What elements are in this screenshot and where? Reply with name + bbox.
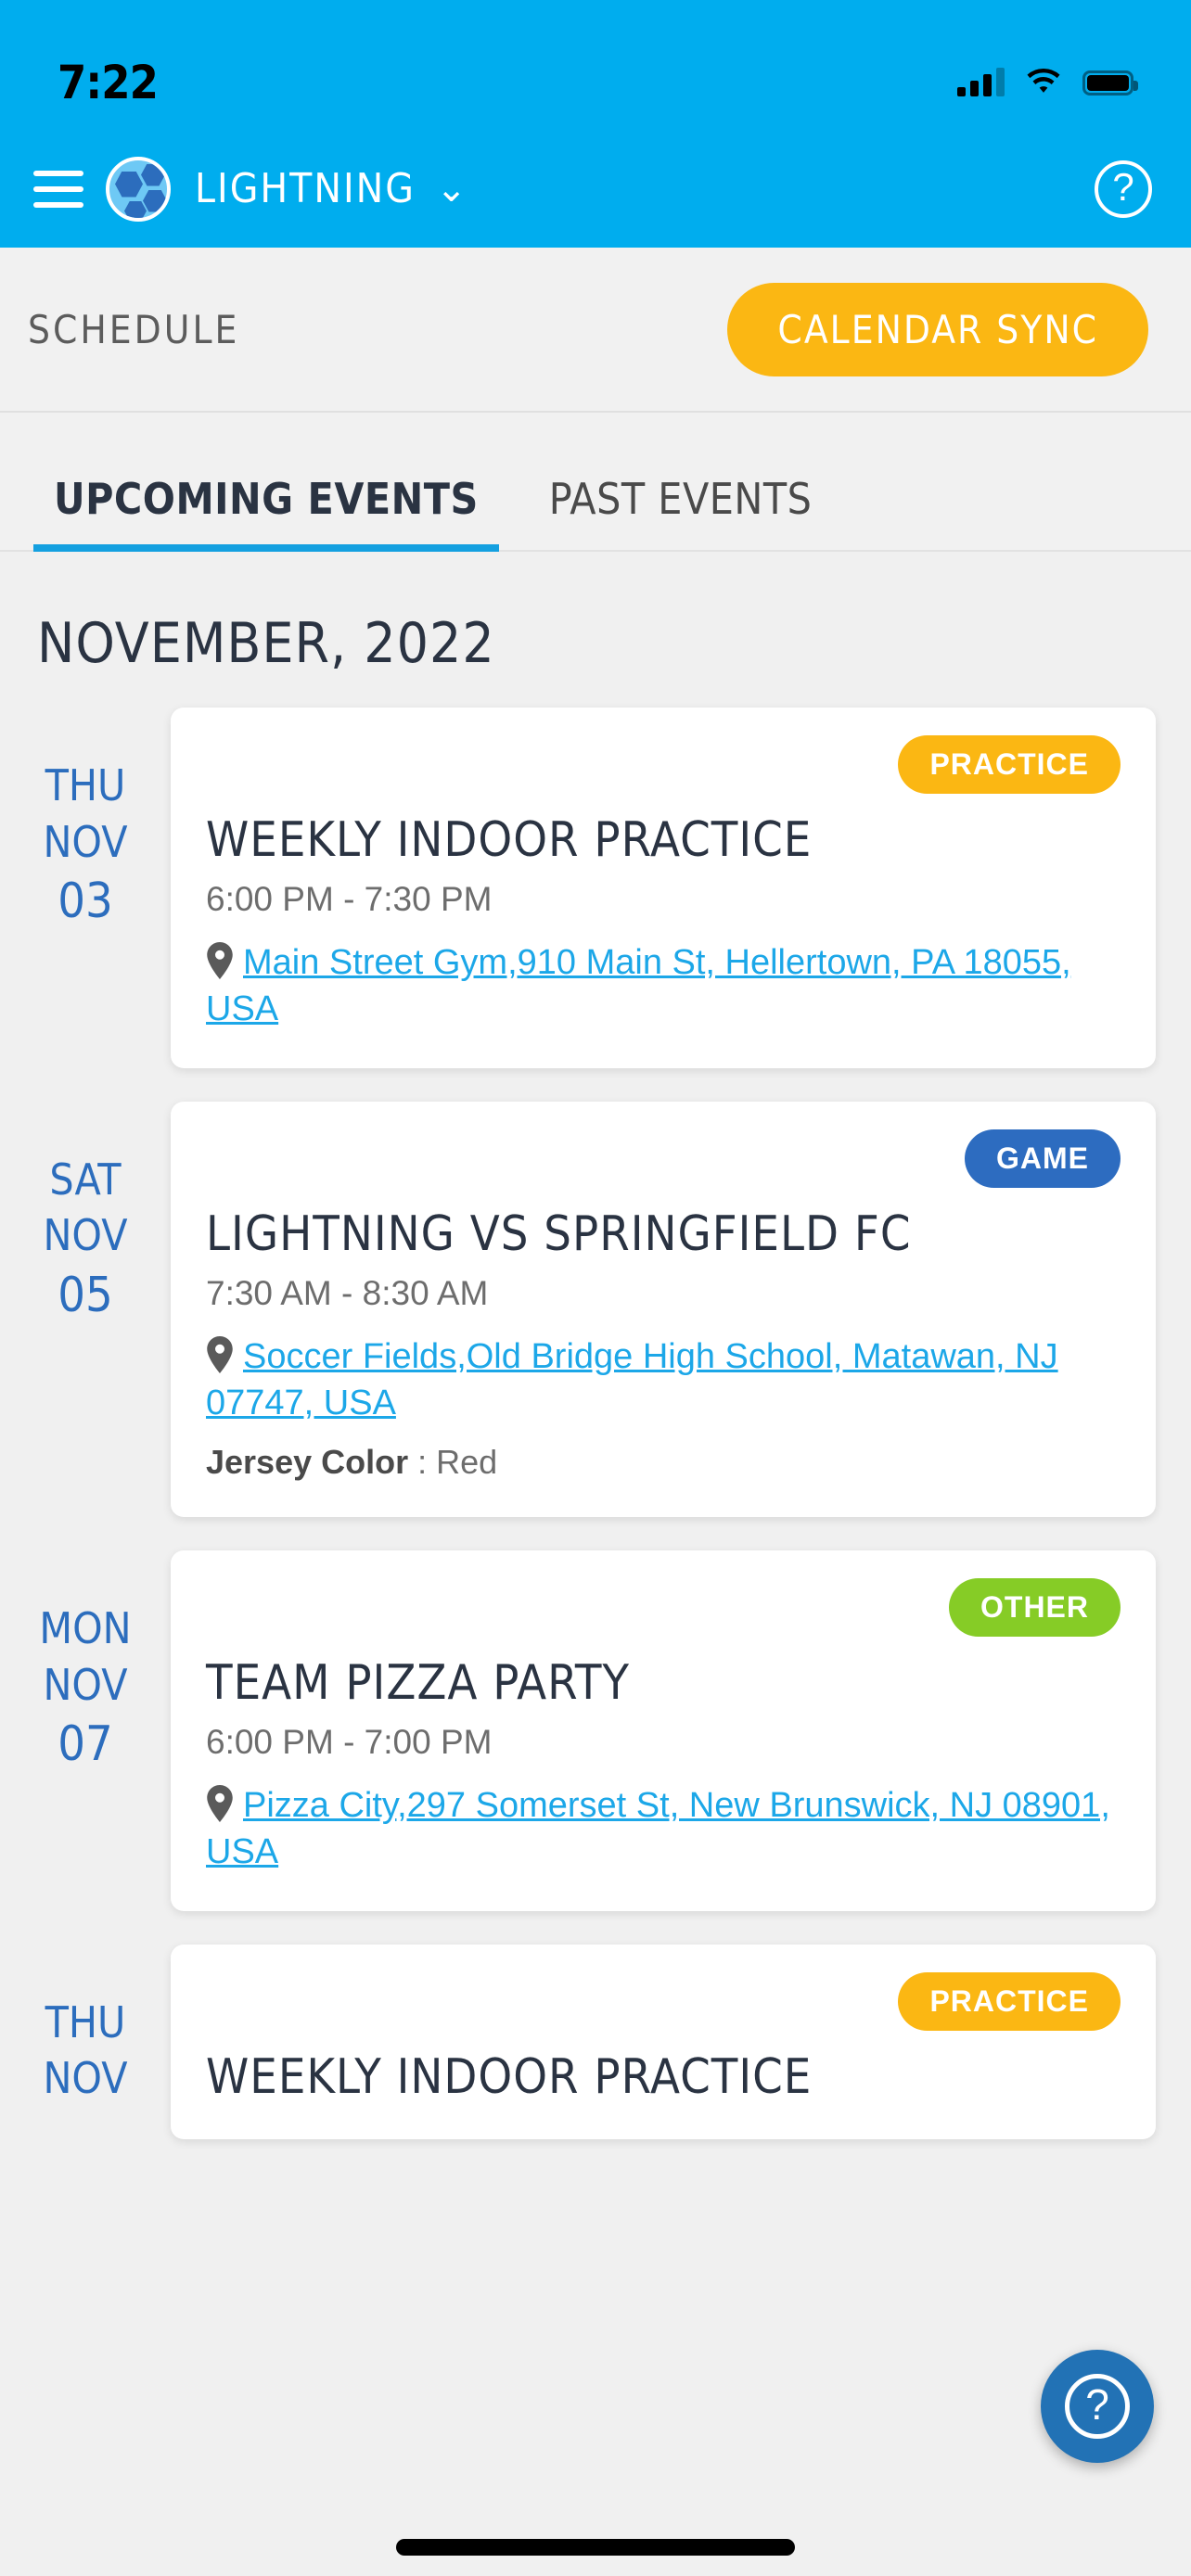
event-location: Pizza City,297 Somerset St, New Brunswic… (206, 1782, 1121, 1875)
status-bar-icons (957, 68, 1138, 96)
map-pin-icon (207, 942, 233, 980)
list-item[interactable]: MON NOV 07 OTHER TEAM PIZZA PARTY 6:00 P… (0, 1550, 1191, 1911)
event-day: 07 (58, 1716, 113, 1773)
event-title: WEEKLY INDOOR PRACTICE (206, 2048, 813, 2105)
event-month: NOV (43, 1659, 128, 1710)
map-pin-icon (207, 1785, 233, 1823)
badge-container: PRACTICE (206, 1971, 1121, 2031)
page-title: SCHEDULE (28, 306, 240, 352)
badge-container: OTHER (206, 1578, 1121, 1637)
help-circle-icon: ? (1065, 2374, 1130, 2439)
event-date: MON NOV 07 (0, 1550, 171, 1777)
jersey-color-value: : Red (417, 1443, 498, 1481)
schedule-content[interactable]: NOVEMBER, 2022 THU NOV 03 PRACTICE WEEKL… (0, 552, 1191, 2576)
event-title: TEAM PIZZA PARTY (206, 1655, 630, 1711)
event-card[interactable]: PRACTICE WEEKLY INDOOR PRACTICE 6:00 PM … (171, 708, 1156, 1068)
wifi-icon (1027, 69, 1060, 93)
event-time: 6:00 PM - 7:30 PM (206, 880, 493, 919)
badge-container: GAME (206, 1129, 1121, 1188)
event-day: 05 (58, 1267, 113, 1323)
event-day: 03 (58, 874, 113, 930)
help-circle-icon[interactable]: ? (1095, 159, 1152, 218)
event-location: Soccer Fields,Old Bridge High School, Ma… (206, 1333, 1121, 1426)
event-day-of-week: SAT (49, 1154, 122, 1205)
jersey-color-row: Jersey Color : Red (206, 1443, 1121, 1482)
status-badge: GAME (965, 1129, 1121, 1188)
status-badge: PRACTICE (898, 735, 1121, 794)
status-badge: OTHER (949, 1578, 1121, 1637)
event-month: NOV (43, 1210, 128, 1261)
tab-bar: UPCOMING EVENTS PAST EVENTS (0, 413, 1191, 552)
event-card[interactable]: OTHER TEAM PIZZA PARTY 6:00 PM - 7:00 PM… (171, 1550, 1156, 1911)
badge-container: PRACTICE (206, 735, 1121, 794)
month-header: NOVEMBER, 2022 (37, 611, 495, 676)
battery-icon (1082, 70, 1138, 96)
event-title: WEEKLY INDOOR PRACTICE (206, 812, 813, 868)
help-fab-button[interactable]: ? (1041, 2350, 1154, 2463)
app-bar: LIGHTNING ⌄ ? (0, 130, 1191, 248)
event-date: THU NOV (0, 1945, 171, 2107)
map-pin-icon (207, 1335, 233, 1373)
status-bar-time: 7:22 (58, 56, 159, 109)
list-item[interactable]: THU NOV 03 PRACTICE WEEKLY INDOOR PRACTI… (0, 708, 1191, 1068)
event-card[interactable]: GAME LIGHTNING VS SPRINGFIELD FC 7:30 AM… (171, 1101, 1156, 1517)
cellular-signal-icon (957, 68, 1005, 96)
soccer-ball-icon (106, 156, 171, 222)
hamburger-menu-icon[interactable] (33, 170, 83, 208)
event-date: SAT NOV 05 (0, 1102, 171, 1328)
event-time: 7:30 AM - 8:30 AM (206, 1273, 489, 1312)
event-location: Main Street Gym,910 Main St, Hellertown,… (206, 939, 1121, 1032)
tab-upcoming-events[interactable]: UPCOMING EVENTS (33, 474, 499, 552)
status-bar: 7:22 (0, 0, 1191, 130)
event-day-of-week: THU (45, 1996, 126, 2047)
event-day-of-week: MON (39, 1603, 132, 1653)
chevron-down-icon[interactable]: ⌄ (436, 171, 467, 208)
event-month: NOV (43, 816, 128, 867)
tab-past-events[interactable]: PAST EVENTS (529, 474, 833, 550)
event-card[interactable]: PRACTICE WEEKLY INDOOR PRACTICE (171, 1944, 1156, 2139)
event-time: 6:00 PM - 7:00 PM (206, 1723, 493, 1762)
home-indicator (396, 2539, 795, 2556)
team-name-label[interactable]: LIGHTNING (195, 165, 416, 212)
event-month: NOV (43, 2053, 128, 2104)
schedule-header: SCHEDULE CALENDAR SYNC (0, 248, 1191, 413)
calendar-sync-button[interactable]: CALENDAR SYNC (727, 282, 1148, 376)
list-item[interactable]: SAT NOV 05 GAME LIGHTNING VS SPRINGFIELD… (0, 1101, 1191, 1517)
event-day-of-week: THU (45, 760, 126, 810)
list-item[interactable]: THU NOV PRACTICE WEEKLY INDOOR PRACTICE (0, 1944, 1191, 2139)
status-badge: PRACTICE (898, 1971, 1121, 2031)
event-title: LIGHTNING VS SPRINGFIELD FC (206, 1205, 912, 1262)
event-location-link[interactable]: Pizza City,297 Somerset St, New Brunswic… (206, 1786, 1110, 1871)
jersey-color-label: Jersey Color (206, 1443, 409, 1481)
event-location-link[interactable]: Soccer Fields,Old Bridge High School, Ma… (206, 1337, 1058, 1422)
event-location-link[interactable]: Main Street Gym,910 Main St, Hellertown,… (206, 943, 1071, 1028)
event-date: THU NOV 03 (0, 708, 171, 934)
